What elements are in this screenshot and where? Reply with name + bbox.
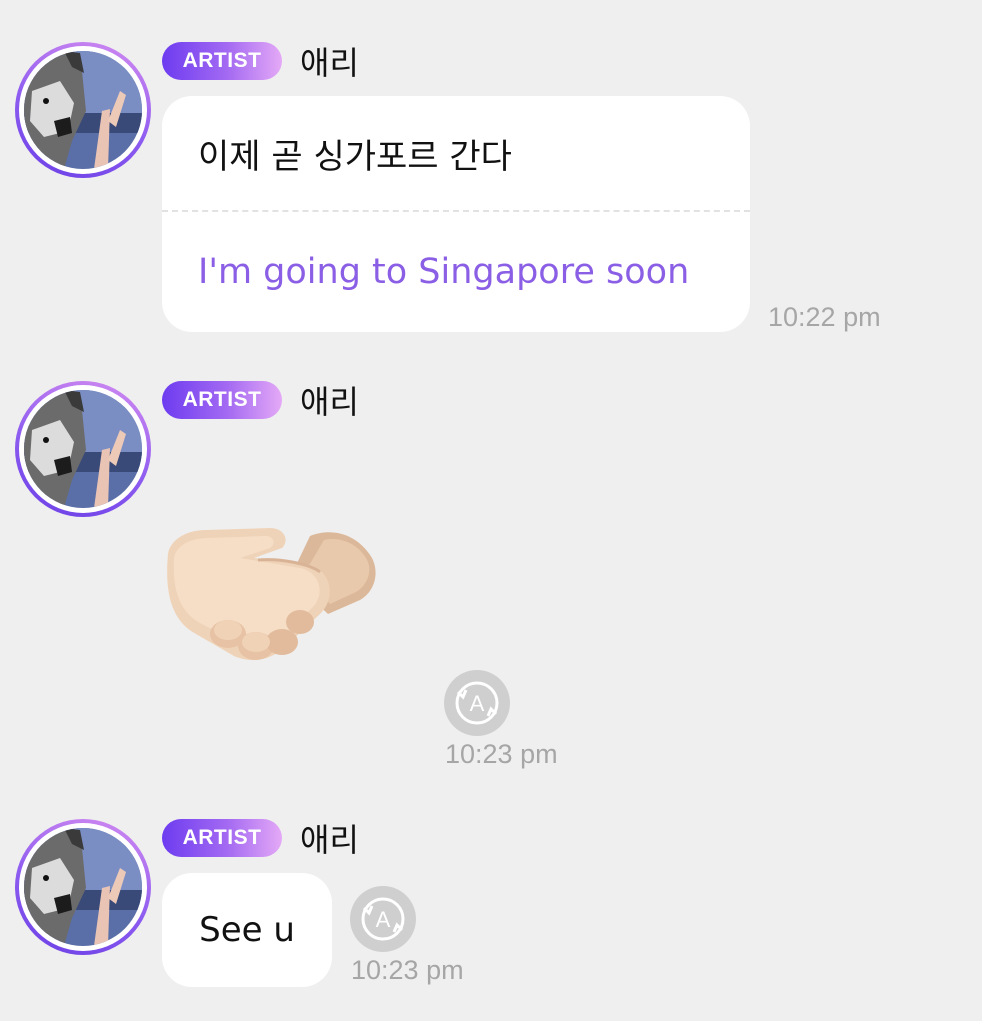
message-timestamp: 10:22 pm (768, 302, 881, 332)
translate-icon-letter: A (470, 691, 485, 716)
avatar[interactable] (15, 381, 151, 517)
message-bubble[interactable]: See u (162, 873, 332, 987)
translate-button[interactable]: A (444, 670, 510, 736)
handshake-emoji[interactable] (160, 518, 384, 668)
artist-badge: ARTIST (162, 381, 282, 419)
message-timestamp: 10:23 pm (445, 739, 558, 769)
artist-badge: ARTIST (162, 819, 282, 857)
translate-icon-letter: A (376, 907, 391, 932)
avatar-photo (24, 828, 142, 946)
message-bubble[interactable]: 이제 곧 싱가포르 간다 I'm going to Singapore soon (162, 96, 750, 332)
translate-button[interactable]: A (350, 886, 416, 952)
message-text-translated: I'm going to Singapore soon (198, 252, 690, 292)
message-text: See u (199, 910, 295, 950)
avatar[interactable] (15, 819, 151, 955)
sender-name[interactable]: 애리 (300, 815, 359, 861)
sender-name[interactable]: 애리 (300, 377, 359, 423)
sender-name[interactable]: 애리 (300, 38, 359, 84)
artist-badge: ARTIST (162, 42, 282, 80)
message-header: ARTIST 애리 (162, 38, 359, 84)
translate-icon: A (361, 897, 405, 941)
avatar-photo (24, 390, 142, 508)
message-text-original: 이제 곧 싱가포르 간다 (198, 136, 512, 177)
handshake-icon (167, 528, 376, 661)
message-timestamp: 10:23 pm (351, 955, 464, 985)
message-header: ARTIST 애리 (162, 377, 359, 423)
avatar-photo (24, 51, 142, 169)
avatar[interactable] (15, 42, 151, 178)
message-header: ARTIST 애리 (162, 815, 359, 861)
translate-icon: A (455, 681, 499, 725)
